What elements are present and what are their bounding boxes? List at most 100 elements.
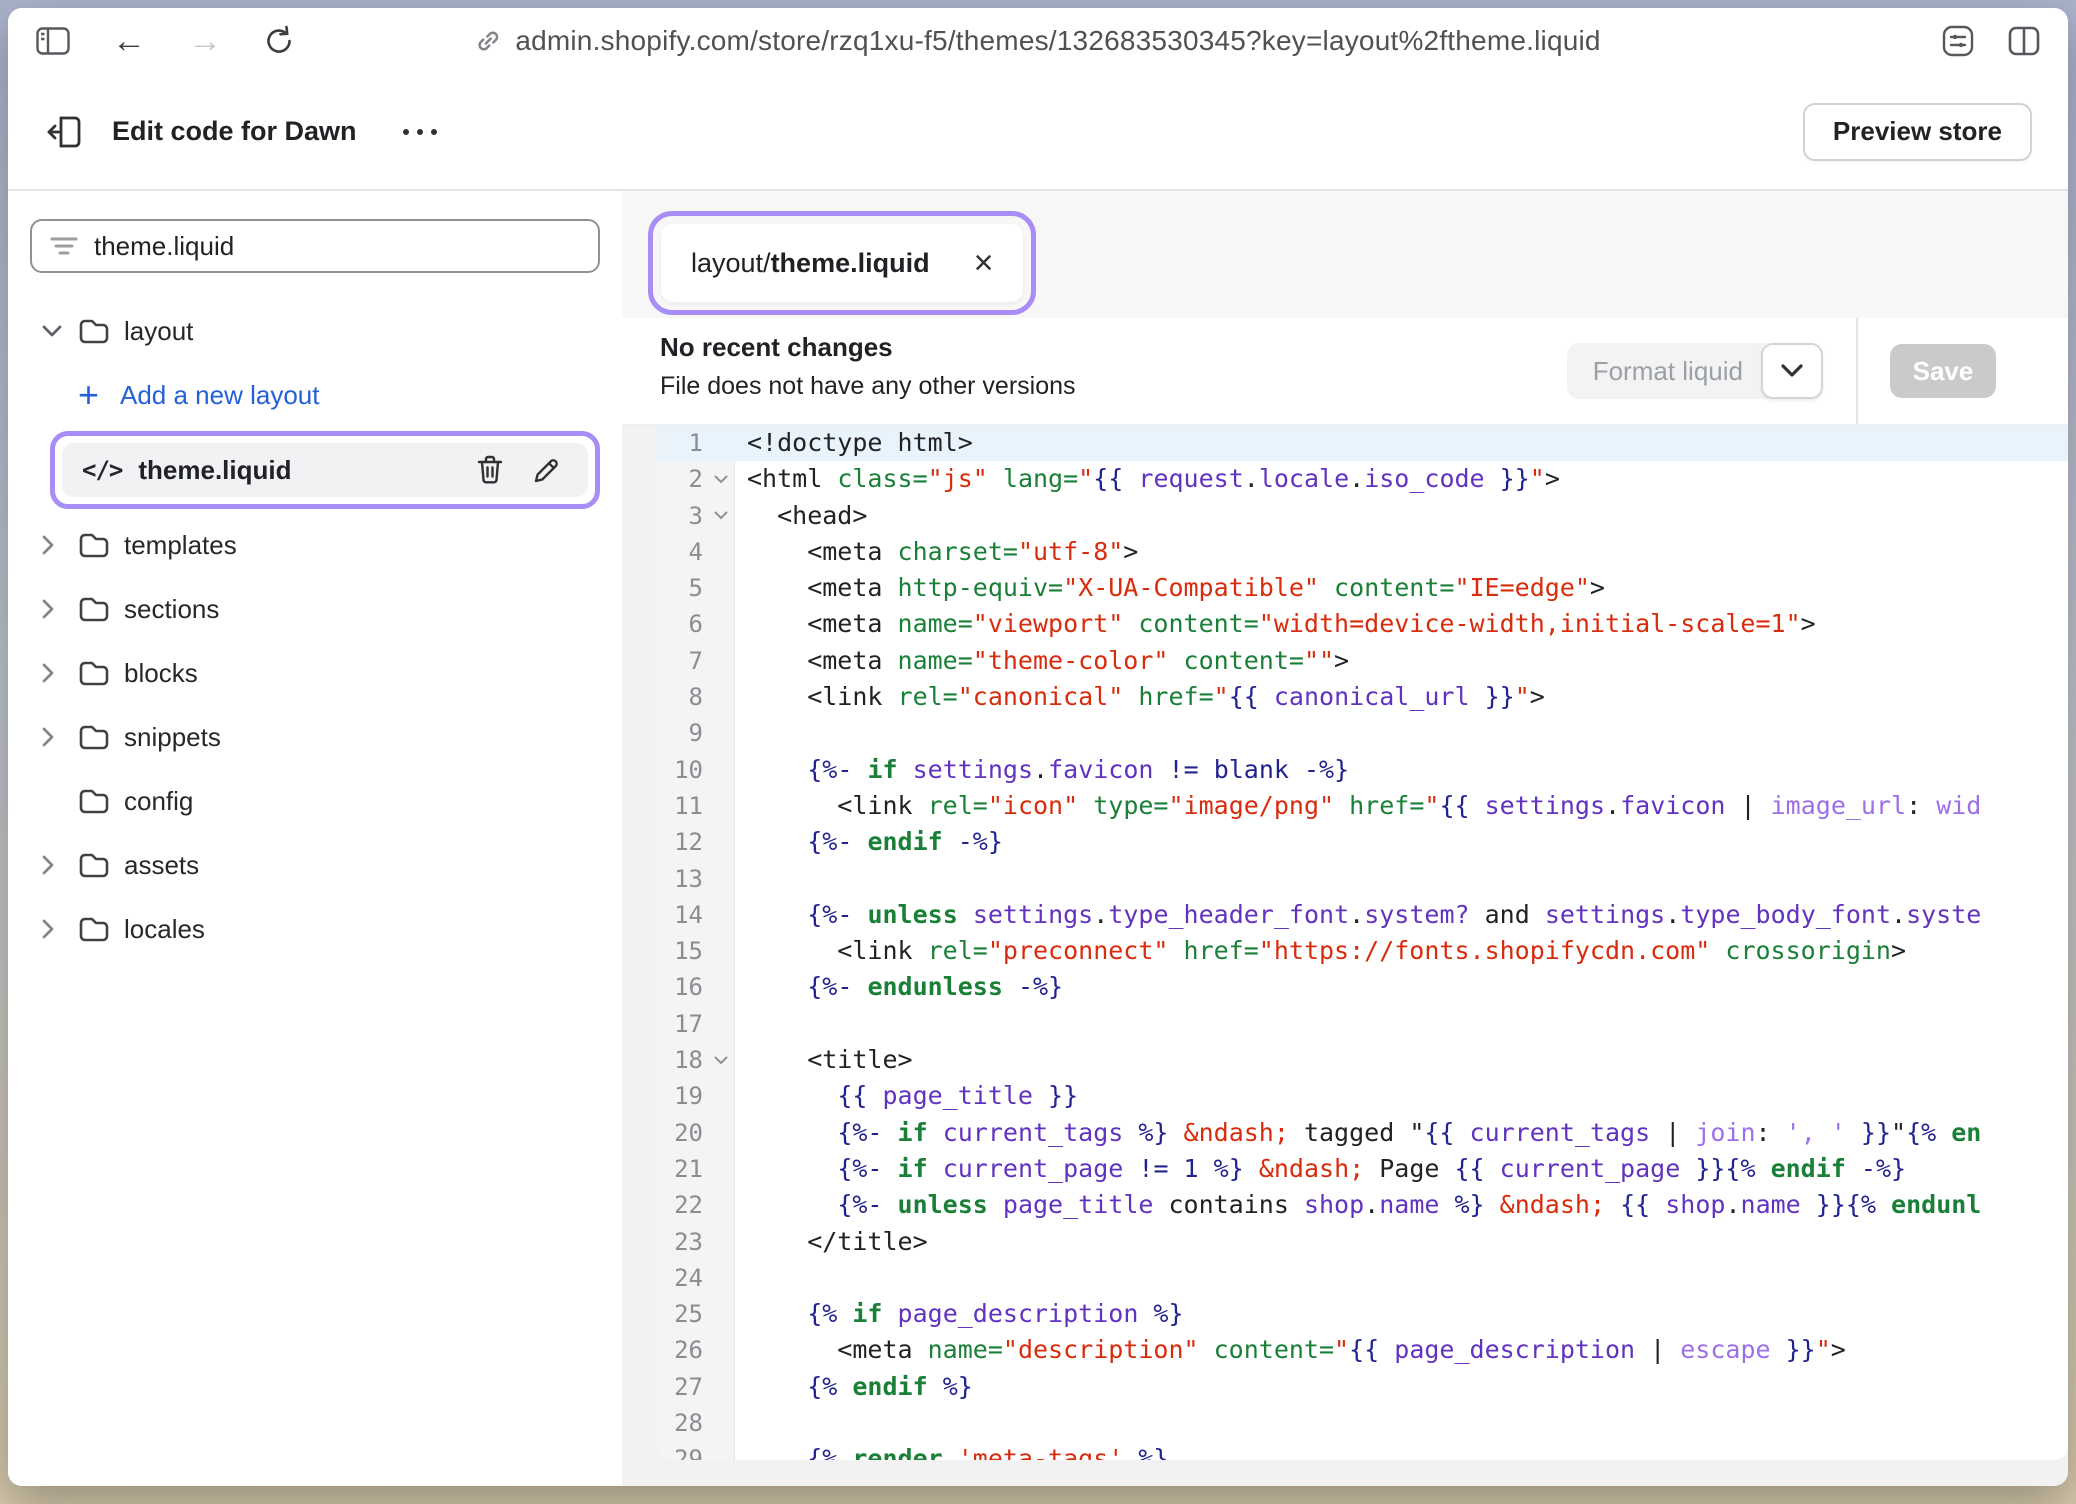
gutter: 25 [658,1296,735,1332]
code-line-24[interactable]: 24 [658,1260,2068,1296]
code-line-8[interactable]: 8 <link rel="canonical" href="{{ canonic… [658,679,2068,715]
close-tab-icon[interactable]: × [974,246,994,280]
sidebar-item-layout[interactable]: layout [30,299,600,363]
code-line-5[interactable]: 5 <meta http-equiv="X-UA-Compatible" con… [658,570,2068,606]
line-number: 7 [658,643,708,679]
code-line-1[interactable]: 1<!doctype html> [658,425,2068,461]
sidebar-item-locales[interactable]: locales [30,897,600,961]
code-line-3[interactable]: 3 <head> [658,498,2068,534]
sidebar-item-assets[interactable]: assets [30,833,600,897]
code-line-14[interactable]: 14 {%- unless settings.type_header_font.… [658,897,2068,933]
line-number: 24 [658,1260,708,1296]
file-filter-box[interactable] [30,219,600,273]
chevron-right-icon[interactable] [42,855,55,875]
folder-icon [78,317,110,345]
code-line-23[interactable]: 23 </title> [658,1224,2068,1260]
code-text [735,1006,747,1042]
sidebar-item-config[interactable]: config [30,769,600,833]
add-new-layout-button[interactable]: +Add a new layout [30,363,600,427]
sidebar-item-snippets[interactable]: snippets [30,705,600,769]
code-line-10[interactable]: 10 {%- if settings.favicon != blank -%} [658,752,2068,788]
sidebar-item-sections[interactable]: sections [30,577,600,641]
folder-icon [78,531,110,559]
gutter: 3 [658,498,735,534]
gutter: 9 [658,715,735,751]
line-number: 23 [658,1224,708,1260]
code-line-2[interactable]: 2<html class="js" lang="{{ request.local… [658,461,2068,497]
sidebar-item-blocks[interactable]: blocks [30,641,600,705]
code-line-12[interactable]: 12 {%- endif -%} [658,824,2068,860]
line-number: 14 [658,897,708,933]
chevron-right-icon[interactable] [42,727,55,747]
code-line-22[interactable]: 22 {%- unless page_title contains shop.n… [658,1187,2068,1223]
folder-label: locales [124,914,205,945]
code-editor[interactable]: 1<!doctype html>2<html class="js" lang="… [658,425,2068,1460]
address-bar[interactable]: admin.shopify.com/store/rzq1xu-f5/themes… [475,25,1600,57]
gutter: 14 [658,897,735,933]
save-button[interactable]: Save [1890,344,1996,398]
code-line-19[interactable]: 19 {{ page_title }} [658,1078,2068,1114]
folder-icon [78,787,110,815]
code-text: <link rel="canonical" href="{{ canonical… [735,679,1545,715]
folder-label: templates [124,530,237,561]
code-text: {%- if current_page != 1 %} &ndash; Page… [735,1151,1906,1187]
code-line-13[interactable]: 13 [658,861,2068,897]
split-view-icon[interactable] [2008,26,2040,56]
code-text: <head> [735,498,867,534]
code-line-9[interactable]: 9 [658,715,2068,751]
code-line-29[interactable]: 29 {% render 'meta-tags' %} [658,1441,2068,1460]
code-line-28[interactable]: 28 [658,1405,2068,1441]
reload-icon[interactable] [264,25,294,57]
format-liquid-button[interactable]: Format liquid [1567,343,1769,399]
pencil-icon[interactable] [532,455,560,485]
gutter: 15 [658,933,735,969]
folder-icon [78,723,110,751]
code-line-11[interactable]: 11 <link rel="icon" type="image/png" hre… [658,788,2068,824]
preview-store-button[interactable]: Preview store [1803,103,2032,161]
fold-toggle-icon[interactable] [714,1056,728,1065]
code-line-6[interactable]: 6 <meta name="viewport" content="width=d… [658,606,2068,642]
code-line-18[interactable]: 18 <title> [658,1042,2068,1078]
tab-layout-theme-liquid[interactable]: layout/theme.liquid × [661,224,1023,302]
code-line-16[interactable]: 16 {%- endunless -%} [658,969,2068,1005]
chevron-down-icon[interactable] [42,325,62,338]
gutter: 23 [658,1224,735,1260]
code-line-4[interactable]: 4 <meta charset="utf-8"> [658,534,2068,570]
more-actions-button[interactable] [403,129,437,135]
line-number: 12 [658,824,708,860]
status-title: No recent changes [660,332,1076,363]
gutter: 7 [658,643,735,679]
code-line-25[interactable]: 25 {% if page_description %} [658,1296,2068,1332]
line-number: 13 [658,861,708,897]
page-settings-icon[interactable] [1942,25,1974,57]
sidebar-item-templates[interactable]: templates [30,513,600,577]
editor-panel: layout/theme.liquid × No recent changes … [622,191,2068,1486]
chevron-right-icon[interactable] [42,535,55,555]
chevron-right-icon[interactable] [42,919,55,939]
fold-toggle-icon[interactable] [714,475,728,484]
line-number: 4 [658,534,708,570]
chevron-right-icon[interactable] [42,663,55,683]
line-number: 9 [658,715,708,751]
code-line-26[interactable]: 26 <meta name="description" content="{{ … [658,1332,2068,1368]
code-line-15[interactable]: 15 <link rel="preconnect" href="https://… [658,933,2068,969]
folder-label: assets [124,850,199,881]
sidebar-toggle-icon[interactable] [36,27,70,55]
sidebar-item-theme.liquid[interactable]: </>theme.liquid [62,443,588,497]
code-line-21[interactable]: 21 {%- if current_page != 1 %} &ndash; P… [658,1151,2068,1187]
exit-editor-icon[interactable] [44,113,84,151]
line-number: 1 [658,425,708,461]
code-line-20[interactable]: 20 {%- if current_tags %} &ndash; tagged… [658,1115,2068,1151]
forward-button-icon[interactable]: → [188,24,222,58]
folder-icon [78,595,110,623]
fold-toggle-icon[interactable] [714,511,728,520]
code-line-7[interactable]: 7 <meta name="theme-color" content=""> [658,643,2068,679]
file-filter-input[interactable] [94,231,580,262]
code-line-27[interactable]: 27 {% endif %} [658,1369,2068,1405]
code-text: {% endif %} [735,1369,973,1405]
trash-icon[interactable] [476,455,504,485]
code-line-17[interactable]: 17 [658,1006,2068,1042]
back-button-icon[interactable]: ← [112,24,146,58]
chevron-right-icon[interactable] [42,599,55,619]
format-liquid-dropdown-button[interactable] [1761,343,1823,399]
